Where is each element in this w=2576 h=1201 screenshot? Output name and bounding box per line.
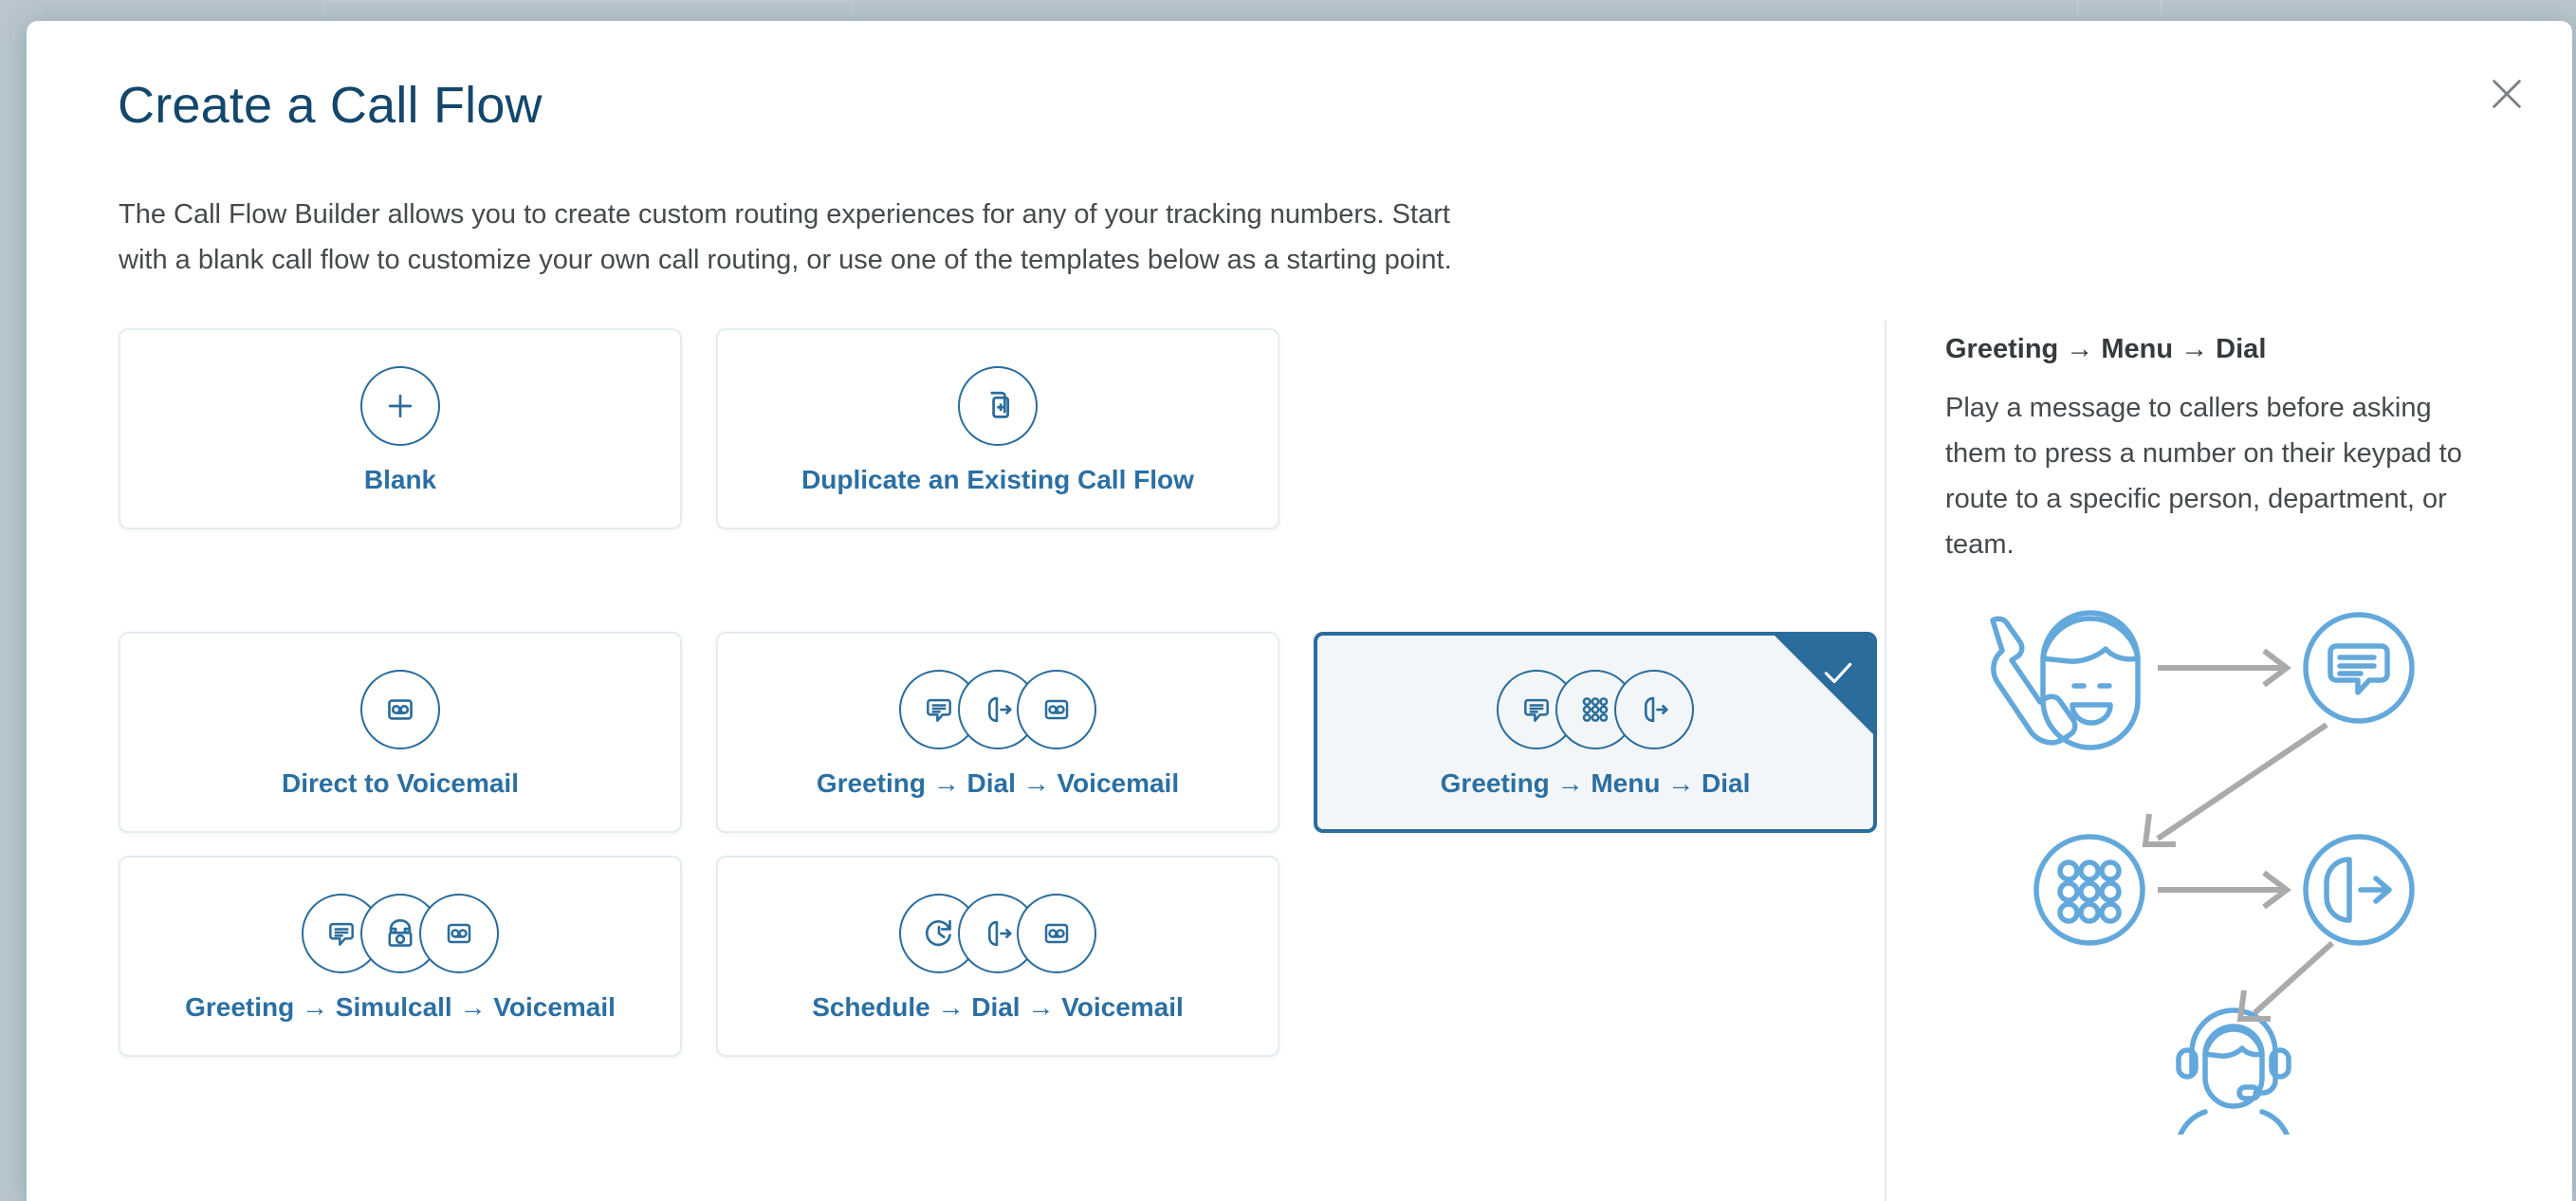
background-window-tab: [322, 0, 854, 17]
keypad-icon: [2033, 834, 2145, 946]
card-label: Greeting → Menu → Dial: [1440, 768, 1751, 798]
page-title: Create a Call Flow: [118, 77, 543, 134]
modal-description: The Call Flow Builder allows you to crea…: [119, 199, 1452, 275]
card-schedule-dial-voicemail[interactable]: Schedule → Dial → Voicemail: [716, 856, 1279, 1057]
card-icon-group: [360, 362, 440, 450]
plus-icon: [360, 366, 440, 446]
modal-content: Blank Duplicate an Existing Call Flow Di…: [27, 321, 2572, 1201]
card-row-middle: Direct to Voicemail Greeting → Dial → Vo…: [119, 632, 1877, 833]
background-window-controls: [2077, 0, 2162, 15]
preview-title: Greeting → Menu → Dial: [1945, 334, 2267, 364]
card-greeting-menu-dial[interactable]: Greeting → Menu → Dial: [1314, 632, 1877, 833]
card-label: Greeting → Simulcall → Voicemail: [185, 992, 616, 1022]
card-icon-group: [302, 890, 499, 977]
card-label: Duplicate an Existing Call Flow: [801, 465, 1194, 494]
outbound-call-icon: [2303, 834, 2415, 946]
card-label: Greeting → Dial → Voicemail: [816, 768, 1180, 798]
card-greeting-dial-voicemail[interactable]: Greeting → Dial → Voicemail: [716, 632, 1279, 833]
card-icon-group: [360, 666, 440, 753]
arrow-keypad-to-outbound: [2158, 870, 2291, 910]
dial-icon: [1614, 670, 1694, 749]
duplicate-icon: [958, 366, 1038, 446]
arrow-outbound-to-agent: [2236, 940, 2335, 1022]
card-icon-group: [899, 666, 1096, 753]
card-duplicate-existing-call-flow[interactable]: Duplicate an Existing Call Flow: [716, 328, 1279, 529]
voicemail-icon: [1017, 670, 1096, 749]
card-row-top: Blank Duplicate an Existing Call Flow: [119, 328, 1279, 529]
card-icon-group: [958, 362, 1038, 450]
card-blank[interactable]: Blank: [119, 328, 682, 529]
agent-headset-icon: [2176, 1007, 2291, 1135]
voicemail-icon: [360, 670, 440, 749]
template-cards-pane: Blank Duplicate an Existing Call Flow Di…: [27, 321, 1886, 1201]
card-label: Direct to Voicemail: [281, 768, 519, 798]
call-flow-illustration: [1990, 610, 2415, 1135]
create-call-flow-modal: Create a Call Flow The Call Flow Builder…: [27, 21, 2572, 1201]
card-label: Blank: [363, 465, 437, 494]
voicemail-icon: [1017, 894, 1096, 973]
flow-arrows: [2142, 648, 2335, 1022]
card-row-bottom: Greeting → Simulcall → Voicemail Schedul…: [119, 856, 1279, 1057]
card-label: Schedule → Dial → Voicemail: [812, 992, 1184, 1022]
card-direct-to-voicemail[interactable]: Direct to Voicemail: [119, 632, 682, 833]
card-greeting-simulcall-voicemail[interactable]: Greeting → Simulcall → Voicemail: [119, 856, 682, 1057]
caller-icon: [1990, 610, 2141, 750]
template-preview-pane: Greeting → Menu → Dial Play a message to…: [1886, 321, 2572, 1201]
check-icon: [1824, 662, 1852, 684]
card-icon-group: [1497, 666, 1694, 753]
close-icon[interactable]: [2479, 66, 2534, 121]
arrow-greeting-to-keypad: [2142, 722, 2328, 847]
greeting-bubble-icon: [2303, 612, 2415, 724]
card-icon-group: [899, 890, 1096, 977]
voicemail-icon: [419, 894, 499, 973]
arrow-caller-to-greeting: [2158, 648, 2291, 688]
preview-description: Play a message to callers before asking …: [1945, 393, 2462, 560]
